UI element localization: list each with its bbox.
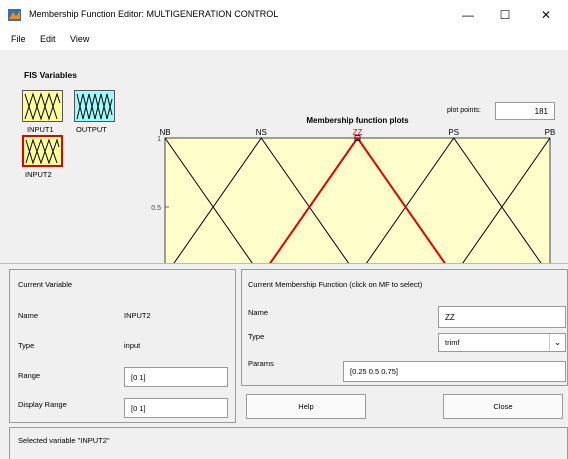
mf-name-label: Name xyxy=(248,308,269,317)
input1-mf-icon xyxy=(22,90,63,122)
mf-params-input[interactable] xyxy=(343,361,566,382)
var-input1-button[interactable] xyxy=(22,90,63,122)
range-label: Range xyxy=(18,371,41,380)
bottom-area: Current Variable Name INPUT2 Type input … xyxy=(0,263,568,459)
maximize-button[interactable]: ☐ xyxy=(487,4,523,26)
status-text: Selected variable "INPUT2" xyxy=(18,436,110,445)
close-window-button[interactable]: ✕ xyxy=(528,4,564,26)
main-area: FIS Variables INPUT1 OUTPUT INPUT2 Membe… xyxy=(0,50,568,301)
window-title: Membership Function Editor: MULTIGENERAT… xyxy=(29,9,279,19)
close-button[interactable]: Close xyxy=(443,394,563,419)
current-variable-panel: Current Variable Name INPUT2 Type input … xyxy=(9,269,236,423)
var-input2-button[interactable] xyxy=(22,135,63,167)
plot-points-input[interactable] xyxy=(495,102,555,120)
display-range-label: Display Range xyxy=(18,400,67,409)
mf-label-nb: NB xyxy=(159,128,170,137)
current-variable-title: Current Variable xyxy=(18,280,73,289)
var-input1-label: INPUT1 xyxy=(27,125,54,134)
help-button[interactable]: Help xyxy=(246,394,366,419)
mf-params-label: Params xyxy=(248,359,274,368)
input2-mf-icon xyxy=(22,135,63,167)
plot-axes-box xyxy=(164,137,551,277)
chevron-down-icon: ⌄ xyxy=(549,334,565,351)
status-panel: Selected variable "INPUT2" xyxy=(9,427,568,459)
var-type-value: input xyxy=(124,341,141,350)
var-input2-label: INPUT2 xyxy=(25,170,52,179)
y-tick-label: 0.5 xyxy=(151,205,161,212)
range-input[interactable] xyxy=(124,367,228,387)
current-mf-panel: Current Membership Function (click on MF… xyxy=(241,269,568,386)
y-tick-label: 1 xyxy=(157,136,161,143)
var-name-value: INPUT2 xyxy=(124,311,151,320)
var-output-button[interactable] xyxy=(74,90,115,122)
var-type-label: Type xyxy=(18,341,35,350)
var-name-label: Name xyxy=(18,311,39,320)
output-mf-icon xyxy=(74,90,115,122)
mf-label-ps: PS xyxy=(448,128,459,137)
mf-type-label: Type xyxy=(248,332,265,341)
plot-title: Membership function plots xyxy=(306,116,409,125)
mf-name-input[interactable] xyxy=(438,306,566,328)
plot-points-label: plot points: xyxy=(447,107,481,114)
mf-label-zz: ZZ xyxy=(353,128,363,137)
menu-view[interactable]: View xyxy=(70,34,89,44)
menu-file[interactable]: File xyxy=(11,34,26,44)
mf-type-select[interactable]: trimf ⌄ xyxy=(438,333,566,352)
title-bar: Membership Function Editor: MULTIGENERAT… xyxy=(0,0,568,30)
menu-bar: File Edit View xyxy=(0,30,568,50)
var-output-label: OUTPUT xyxy=(76,125,107,134)
mf-type-value: trimf xyxy=(445,338,460,347)
display-range-input[interactable] xyxy=(124,398,228,418)
menu-edit[interactable]: Edit xyxy=(40,34,56,44)
mf-label-ns: NS xyxy=(256,128,267,137)
matlab-icon xyxy=(8,9,21,21)
minimize-button[interactable]: — xyxy=(450,4,486,26)
current-mf-title: Current Membership Function (click on MF… xyxy=(248,280,423,289)
mf-label-pb: PB xyxy=(545,128,556,137)
fis-variables-title: FIS Variables xyxy=(24,70,77,80)
